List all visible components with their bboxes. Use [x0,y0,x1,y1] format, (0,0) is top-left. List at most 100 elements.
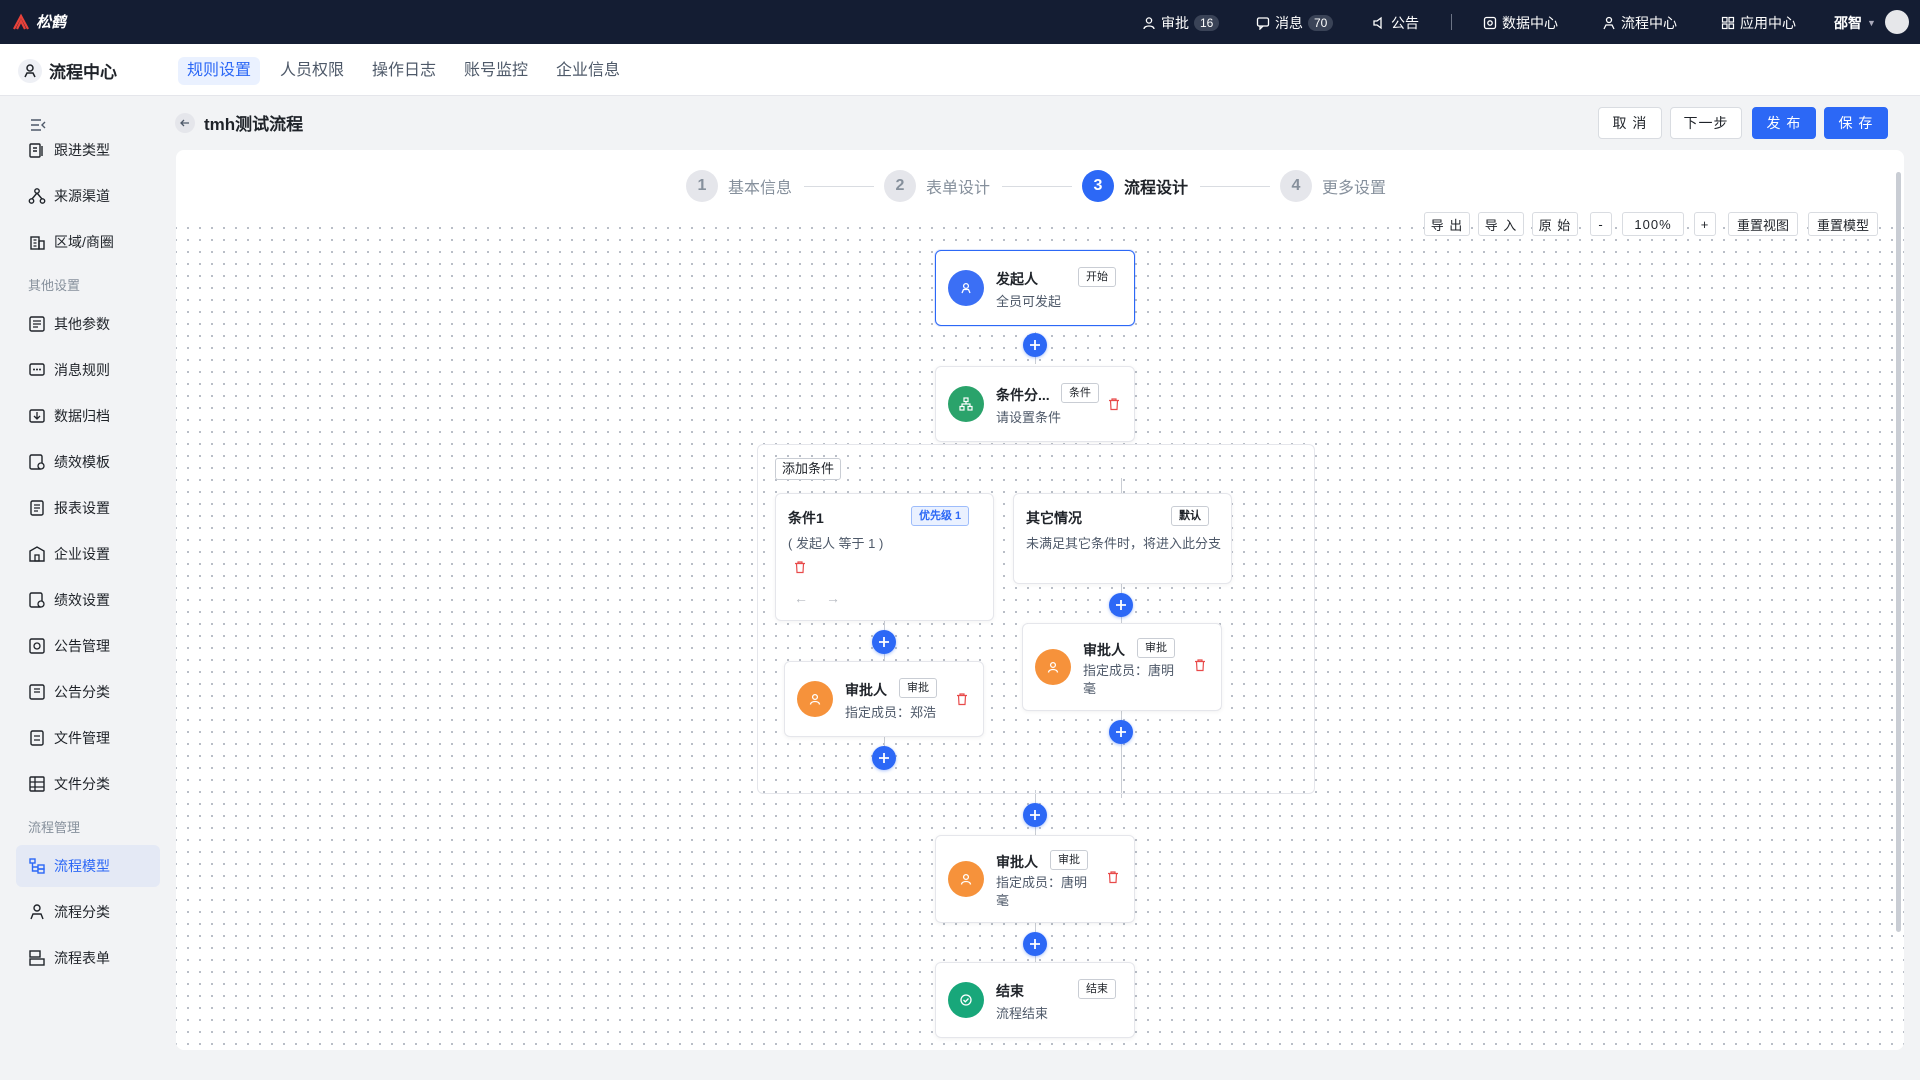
sidebar-item-report-settings[interactable]: 报表设置 [16,487,160,529]
topnav-app-center[interactable]: 应用中心 [1721,13,1796,33]
sidebar-item-data-archive[interactable]: 数据归档 [16,395,160,437]
end-node[interactable]: 结束 结束 流程结束 [935,962,1135,1038]
node-title: 发起人 [996,271,1038,287]
back-button[interactable] [175,112,195,133]
tab-account-monitor[interactable]: 账号监控 [455,57,537,85]
sidebar-item-announcement-mgmt[interactable]: 公告管理 [16,625,160,667]
sidebar-item-label: 公告分类 [54,684,110,700]
add-node-button[interactable] [1023,803,1047,827]
brand-name: 松鹤 [36,14,67,31]
user-name: 邵智 [1834,15,1862,31]
trash-icon[interactable] [793,560,807,574]
reset-model-button[interactable]: 重置模型 [1808,212,1878,236]
building-icon [30,236,45,250]
brand-logo[interactable]: 松鹤 [12,11,66,32]
condition-branch-node[interactable]: 条件分... 条件 请设置条件 [935,366,1135,442]
add-node-button[interactable] [1023,333,1047,357]
add-condition-button[interactable]: 添加条件 [775,458,842,480]
steps-bar: 1 基本信息 2 表单设计 3 流程设计 4 更多设置 [176,150,1904,218]
sidebar-item-source-channel[interactable]: 来源渠道 [16,175,160,217]
node-desc: 指定成员：郑浩 [845,705,937,720]
export-button[interactable]: 导 出 [1424,212,1470,236]
condition-card-1[interactable]: 条件1 优先级 1 ( 发起人 等于 1 ) ← → [775,493,994,621]
start-node[interactable]: 发起人 开始 全员可发起 [935,250,1135,326]
params-icon [29,316,45,332]
sidebar-item-region[interactable]: 区域/商圈 [16,221,160,263]
topnav-approval[interactable]: 审批 16 [1142,13,1220,33]
app-title-label: 流程中心 [49,63,117,82]
trash-icon[interactable] [1107,397,1121,411]
tab-rule-settings[interactable]: 规则设置 [178,57,261,85]
sidebar-item-follow-type[interactable]: 跟进类型 [16,129,160,171]
save-button[interactable]: 保 存 [1824,107,1888,139]
add-node-button[interactable] [1109,593,1133,617]
publish-button[interactable]: 发 布 [1752,107,1816,139]
flow-canvas[interactable]: 添加条件 发起人 开始 全员可发起 条件分... 条件 请设置条件 条件1 优先… [176,218,1904,1050]
approver-node-main[interactable]: 审批人 审批 指定成员：唐明毫 [935,835,1135,923]
approver-node-right[interactable]: 审批人 审批 指定成员：唐明毫 [1022,623,1222,711]
cancel-button[interactable]: 取 消 [1598,107,1662,139]
topnav-data-center[interactable]: 数据中心 [1483,13,1558,33]
check-circle-icon [948,982,984,1018]
step-basic-info[interactable]: 1 基本信息 [686,170,792,202]
add-node-button[interactable] [872,630,896,654]
original-button[interactable]: 原 始 [1532,212,1578,236]
sidebar-item-flow-form[interactable]: 流程表单 [16,937,160,979]
add-node-button[interactable] [1023,932,1047,956]
sidebar-item-perf-settings[interactable]: 绩效设置 [16,579,160,621]
data-center-icon [1483,16,1497,30]
node-title: 审批人 [1083,642,1125,658]
topnav-announcement[interactable]: 公告 [1372,13,1419,33]
topnav-messages[interactable]: 消息 70 [1256,13,1334,33]
move-left-arrow-icon[interactable]: ← [794,590,808,606]
plus-icon [1116,727,1126,737]
import-button[interactable]: 导 入 [1478,212,1524,236]
sidebar-item-flow-model[interactable]: 流程模型 [16,845,160,887]
move-right-arrow-icon[interactable]: → [826,590,840,606]
flow-center-app-icon [18,58,42,83]
step-more-settings[interactable]: 4 更多设置 [1280,170,1386,202]
topnav-app-center-label: 应用中心 [1740,15,1796,31]
brand-icon [13,13,29,30]
approver-node-left[interactable]: 审批人 审批 指定成员：郑浩 [784,661,984,737]
add-node-button[interactable] [1109,720,1133,744]
sidebar-item-label: 文件管理 [54,730,110,746]
topnav-flow-center[interactable]: 流程中心 [1602,13,1677,33]
trash-icon[interactable] [955,692,969,706]
tab-personnel-permissions[interactable]: 人员权限 [271,57,353,85]
user-menu[interactable]: 邵智 ▼ [1834,13,1876,33]
vertical-scrollbar[interactable] [1896,172,1901,932]
plus-icon [879,753,889,763]
sidebar-item-company-settings[interactable]: 企业设置 [16,533,160,575]
condition-title: 条件1 [788,510,824,526]
reset-view-button[interactable]: 重置视图 [1728,212,1798,236]
zoom-in-button[interactable]: + [1694,212,1716,236]
sidebar-item-perf-template[interactable]: 绩效模板 [16,441,160,483]
sidebar-item-other-params[interactable]: 其他参数 [16,303,160,345]
report-icon [30,500,44,516]
zoom-out-button[interactable]: - [1590,212,1612,236]
add-node-button[interactable] [872,746,896,770]
step-flow-design[interactable]: 3 流程设计 [1082,170,1188,202]
company-icon [29,546,45,562]
sidebar-group-flow: 流程管理 [28,820,81,835]
message-rules-icon [29,363,45,376]
trash-icon[interactable] [1106,870,1120,884]
tab-operation-log[interactable]: 操作日志 [363,57,445,85]
next-step-button[interactable]: 下一步 [1670,107,1742,139]
sidebar-item-message-rules[interactable]: 消息规则 [16,349,160,391]
sidebar-item-flow-category[interactable]: 流程分类 [16,891,160,933]
sidebar-item-file-category[interactable]: 文件分类 [16,763,160,805]
step-number: 3 [1082,170,1114,202]
avatar[interactable] [1885,10,1909,34]
step-form-design[interactable]: 2 表单设计 [884,170,990,202]
condition-card-default[interactable]: 其它情况 默认 未满足其它条件时，将进入此分支 [1013,493,1232,584]
channel-icon [28,188,46,204]
sidebar-item-announcement-category[interactable]: 公告分类 [16,671,160,713]
trash-icon[interactable] [1193,658,1207,672]
sidebar-item-file-mgmt[interactable]: 文件管理 [16,717,160,759]
sidebar-item-label: 数据归档 [54,408,110,424]
arrow-left-icon [180,119,189,126]
announcement-category-icon [29,684,45,700]
tab-company-info[interactable]: 企业信息 [547,57,629,85]
